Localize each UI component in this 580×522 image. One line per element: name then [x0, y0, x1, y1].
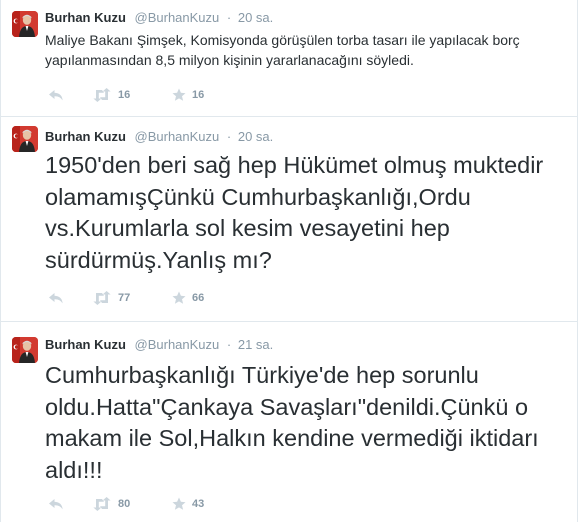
retweet-count: 16 [118, 89, 131, 101]
timestamp[interactable]: 21 sa. [238, 337, 273, 352]
tweet-timeline: Burhan Kuzu @BurhanKuzu · 20 sa. Maliye … [0, 0, 578, 522]
reply-icon [49, 293, 63, 304]
retweet-button[interactable]: 16 [92, 86, 130, 104]
avatar-image [12, 126, 38, 152]
retweet-icon [93, 497, 111, 511]
avatar[interactable] [12, 126, 38, 152]
tweet[interactable]: Burhan Kuzu @BurhanKuzu · 21 sa. Cumhurb… [1, 322, 577, 522]
tweet-text: Maliye Bakanı Şimşek, Komisyonda görüşül… [45, 32, 520, 68]
favorite-button[interactable]: 43 [172, 495, 204, 513]
reply-button[interactable] [48, 289, 64, 307]
avatar-image [12, 11, 38, 37]
retweet-count: 80 [118, 498, 131, 510]
favorite-star-icon [172, 497, 186, 510]
author-name[interactable]: Burhan Kuzu [45, 129, 126, 144]
reply-button[interactable] [48, 86, 64, 104]
favorite-count: 66 [192, 292, 205, 304]
favorite-star-icon [172, 291, 186, 304]
avatar[interactable] [12, 337, 38, 363]
retweet-button[interactable]: 80 [92, 495, 130, 513]
tweet-header: Burhan Kuzu @BurhanKuzu · 20 sa. [45, 129, 273, 145]
favorite-star-icon [172, 88, 186, 101]
favorite-button[interactable]: 16 [172, 86, 204, 104]
reply-button[interactable] [48, 495, 64, 513]
tweet[interactable]: Burhan Kuzu @BurhanKuzu · 20 sa. Maliye … [1, 0, 577, 117]
tweet-text: 1950'den beri sağ hep Hükümet olmuş mukt… [45, 152, 544, 273]
retweet-icon [93, 291, 111, 305]
retweet-count: 77 [118, 292, 131, 304]
avatar[interactable] [12, 11, 38, 37]
reply-icon [49, 499, 63, 510]
timestamp[interactable]: 20 sa. [238, 129, 273, 144]
author-username[interactable]: @BurhanKuzu [135, 337, 220, 352]
tweet-actions: 77 66 [45, 289, 305, 307]
retweet-button[interactable]: 77 [92, 289, 130, 307]
tweet-actions: 80 43 [45, 495, 305, 513]
favorite-count: 43 [192, 498, 205, 510]
tweet-text: Cumhurbaşkanlığı Türkiye'de hep sorunlu … [45, 362, 539, 483]
retweet-icon [93, 88, 111, 102]
timestamp[interactable]: 20 sa. [238, 10, 273, 25]
avatar-image [12, 337, 38, 363]
tweet[interactable]: Burhan Kuzu @BurhanKuzu · 20 sa. 1950'de… [1, 117, 577, 322]
tweet-header: Burhan Kuzu @BurhanKuzu · 21 sa. [45, 337, 273, 353]
favorite-button[interactable]: 66 [172, 289, 204, 307]
reply-icon [49, 90, 63, 101]
author-username[interactable]: @BurhanKuzu [135, 10, 220, 25]
separator: · [226, 337, 232, 352]
tweet-header: Burhan Kuzu @BurhanKuzu · 20 sa. [45, 10, 273, 26]
tweet-actions: 16 16 [45, 86, 305, 104]
favorite-count: 16 [192, 89, 205, 101]
separator: · [226, 10, 232, 25]
author-name[interactable]: Burhan Kuzu [45, 10, 126, 25]
author-username[interactable]: @BurhanKuzu [135, 129, 220, 144]
separator: · [226, 129, 232, 144]
author-name[interactable]: Burhan Kuzu [45, 337, 126, 352]
